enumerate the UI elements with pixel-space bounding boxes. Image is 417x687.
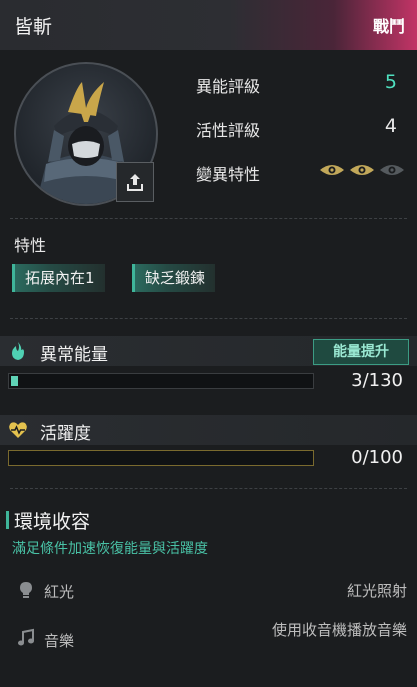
traits-title: 特性	[14, 236, 47, 255]
lightbulb-icon	[20, 582, 32, 598]
rating-value: 4	[384, 115, 397, 137]
trait-chip[interactable]: 缺乏鍛鍊	[132, 264, 216, 292]
environment-description: 滿足條件加速恢復能量與活躍度	[12, 541, 208, 557]
environment-title: 環境收容	[14, 511, 91, 533]
activity-counter: 0/100	[351, 447, 403, 468]
header-bar: 皆斬 戰鬥	[0, 0, 417, 50]
eye-icon	[380, 165, 404, 175]
page-title: 皆斬	[14, 16, 53, 38]
share-button[interactable]	[116, 162, 154, 202]
divider	[10, 318, 407, 319]
rating-row-ability: 異能評級 5	[196, 71, 407, 97]
eye-icon	[350, 165, 374, 175]
divider	[10, 488, 407, 489]
condition-value: 使用收音機播放音樂	[271, 621, 407, 639]
condition-name: 紅光	[44, 583, 75, 601]
energy-label: 異常能量	[40, 345, 108, 365]
section-accent	[6, 511, 9, 529]
energy-counter: 3/130	[351, 370, 403, 391]
energy-boost-button[interactable]: 能量提升	[313, 339, 409, 365]
energy-progress-fill	[11, 376, 18, 386]
rating-label: 活性評級	[196, 121, 261, 140]
eye-icon	[320, 165, 344, 175]
rating-row-activity: 活性評級 4	[196, 115, 407, 141]
rating-label: 異能評級	[196, 77, 261, 96]
rating-value: 5	[384, 71, 397, 93]
activity-label: 活躍度	[40, 424, 91, 444]
divider	[10, 218, 407, 219]
music-note-icon	[18, 628, 34, 646]
condition-name: 音樂	[44, 632, 75, 650]
energy-progress-bar	[8, 373, 314, 389]
activity-progress-bar	[8, 450, 314, 466]
flame-icon	[12, 342, 24, 360]
condition-value: 紅光照射	[346, 582, 407, 600]
rating-row-mutation: 變異特性	[196, 161, 407, 185]
heart-pulse-icon	[9, 422, 27, 438]
category-tag: 戰鬥	[372, 17, 405, 36]
share-icon	[127, 174, 143, 191]
rating-label: 變異特性	[196, 165, 261, 184]
mutation-icons	[319, 163, 405, 177]
trait-chip[interactable]: 拓展內在1	[12, 264, 105, 292]
